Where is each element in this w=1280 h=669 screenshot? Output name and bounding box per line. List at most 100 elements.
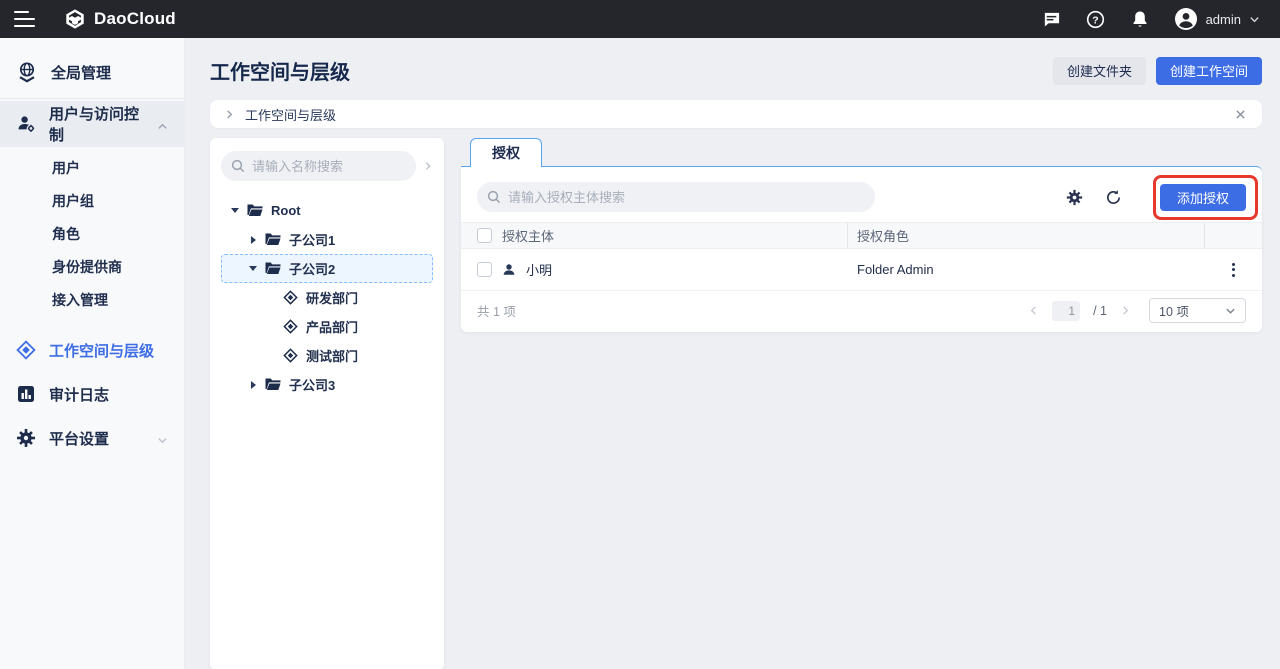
sidebar-item-label: 角色	[52, 224, 80, 244]
row-checkbox[interactable]	[477, 262, 492, 277]
sidebar: 全局管理 用户与访问控制 用户 用户组 角色 身份提供商 接入管理	[0, 38, 185, 669]
tree-node-label: 产品部门	[306, 317, 358, 336]
help-icon[interactable]: ?	[1086, 9, 1106, 29]
tree-node-root[interactable]: Root	[221, 196, 433, 225]
tree-node-label: 测试部门	[306, 346, 358, 365]
tree-search-input[interactable]	[252, 159, 406, 174]
close-icon[interactable]	[1232, 106, 1248, 122]
table-row: 小明 Folder Admin	[461, 249, 1262, 291]
sidebar-item-user-access-control[interactable]: 用户与访问控制	[0, 101, 184, 147]
subject-search	[477, 182, 875, 212]
role-name: Folder Admin	[857, 262, 934, 277]
sidebar-item-label: 用户	[52, 158, 80, 178]
folder-icon	[265, 262, 281, 275]
svg-text:?: ?	[1092, 15, 1098, 26]
sidebar-item-label: 接入管理	[52, 290, 108, 310]
app-root: DaoCloud ? admin	[0, 0, 1280, 669]
bell-icon[interactable]	[1130, 9, 1150, 29]
column-header-role: 授权角色	[857, 226, 909, 245]
page-size-value: 10 项	[1159, 301, 1189, 320]
page-number-input[interactable]	[1052, 301, 1080, 321]
page-title: 工作空间与层级	[210, 56, 350, 85]
caret-collapsed-icon[interactable]	[248, 236, 258, 244]
tree-node-test-dept[interactable]: 测试部门	[221, 341, 433, 370]
page-header: 工作空间与层级 创建文件夹 创建工作空间	[210, 56, 1262, 85]
sidebar-item-users[interactable]: 用户	[0, 151, 184, 184]
page-prev-icon[interactable]	[1028, 305, 1039, 316]
chat-icon[interactable]	[1042, 9, 1062, 29]
topbar: DaoCloud ? admin	[0, 0, 1280, 38]
caret-expanded-icon[interactable]	[248, 266, 258, 271]
workspace-icon	[16, 340, 36, 360]
brand-name: DaoCloud	[94, 9, 176, 29]
authorization-panel: 授权	[461, 138, 1262, 332]
table-footer: 共 1 项 / 1 1	[461, 291, 1262, 332]
menu-icon[interactable]	[14, 11, 36, 27]
sidebar-item-audit-logs[interactable]: 审计日志	[0, 372, 184, 416]
folder-icon	[265, 378, 281, 391]
tree-search	[221, 151, 416, 181]
brand[interactable]: DaoCloud	[64, 8, 176, 30]
page-next-icon[interactable]	[1120, 305, 1131, 316]
sidebar-item-label: 平台设置	[49, 428, 144, 449]
gear-icon	[16, 428, 36, 448]
tree-node-label: 子公司1	[289, 230, 335, 249]
breadcrumb-item[interactable]: 工作空间与层级	[245, 105, 336, 124]
chevron-down-icon	[157, 433, 168, 444]
sidebar-item-access-management[interactable]: 接入管理	[0, 283, 184, 316]
topbar-actions: ? admin	[1042, 7, 1280, 31]
sidebar-item-label: 用户组	[52, 191, 94, 211]
tree-node-label: 子公司3	[289, 375, 335, 394]
create-workspace-button[interactable]: 创建工作空间	[1156, 57, 1262, 85]
sidebar-item-platform-settings[interactable]: 平台设置	[0, 416, 184, 460]
tree-node-rd-dept[interactable]: 研发部门	[221, 283, 433, 312]
main-content: 工作空间与层级 创建文件夹 创建工作空间 工作空间与层级	[185, 38, 1280, 669]
row-actions-kebab-icon[interactable]	[1228, 259, 1239, 281]
sidebar-item-label: 全局管理	[51, 62, 168, 83]
sidebar-item-identity-providers[interactable]: 身份提供商	[0, 250, 184, 283]
workspace-icon	[283, 319, 298, 334]
chevron-right-icon	[224, 109, 235, 120]
tree-node-label: 研发部门	[306, 288, 358, 307]
caret-expanded-icon[interactable]	[230, 208, 240, 213]
workspace-icon	[283, 348, 298, 363]
add-authorization-button[interactable]: 添加授权	[1160, 184, 1246, 211]
subject-search-input[interactable]	[508, 190, 865, 205]
tree-node-product-dept[interactable]: 产品部门	[221, 312, 433, 341]
globe-icon	[16, 61, 38, 83]
user-avatar-icon	[1174, 7, 1198, 31]
sidebar-item-user-groups[interactable]: 用户组	[0, 184, 184, 217]
sidebar-item-global-management[interactable]: 全局管理	[0, 50, 184, 94]
tab-authorization[interactable]: 授权	[470, 138, 542, 167]
user-name: admin	[1206, 12, 1241, 27]
daocloud-logo	[64, 8, 86, 30]
caret-collapsed-icon[interactable]	[248, 381, 258, 389]
panel-expand-icon[interactable]	[423, 161, 433, 171]
folder-icon	[265, 233, 281, 246]
hierarchy-tree-panel: Root 子公司1	[210, 138, 444, 669]
sidebar-item-roles[interactable]: 角色	[0, 217, 184, 250]
sidebar-item-workspace-hierarchy[interactable]: 工作空间与层级	[0, 328, 184, 372]
pagination: / 1 10 项	[1028, 298, 1246, 323]
tree-node-subco3[interactable]: 子公司3	[221, 370, 433, 399]
user-menu[interactable]: admin	[1174, 7, 1260, 31]
chevron-up-icon	[157, 119, 168, 130]
column-settings-gear-icon[interactable]	[1066, 188, 1084, 206]
tree-node-subco1[interactable]: 子公司1	[221, 225, 433, 254]
authorization-toolbar: 添加授权	[461, 167, 1262, 222]
select-all-checkbox[interactable]	[477, 228, 492, 243]
page-size-select[interactable]: 10 项	[1149, 298, 1246, 323]
authorization-card: 添加授权 授权主体 授权角色	[461, 166, 1262, 332]
create-folder-button[interactable]: 创建文件夹	[1053, 57, 1146, 85]
user-icon	[502, 263, 516, 277]
workspace-icon	[283, 290, 298, 305]
table-header: 授权主体 授权角色	[461, 222, 1262, 249]
column-header-subject: 授权主体	[502, 226, 554, 245]
refresh-icon[interactable]	[1105, 188, 1123, 206]
search-icon	[487, 190, 501, 204]
chevron-down-icon	[1249, 14, 1260, 25]
tree-node-subco2-selected[interactable]: 子公司2	[221, 254, 433, 283]
subject-name[interactable]: 小明	[526, 260, 552, 279]
sidebar-divider	[0, 98, 184, 99]
folder-icon	[247, 204, 263, 217]
